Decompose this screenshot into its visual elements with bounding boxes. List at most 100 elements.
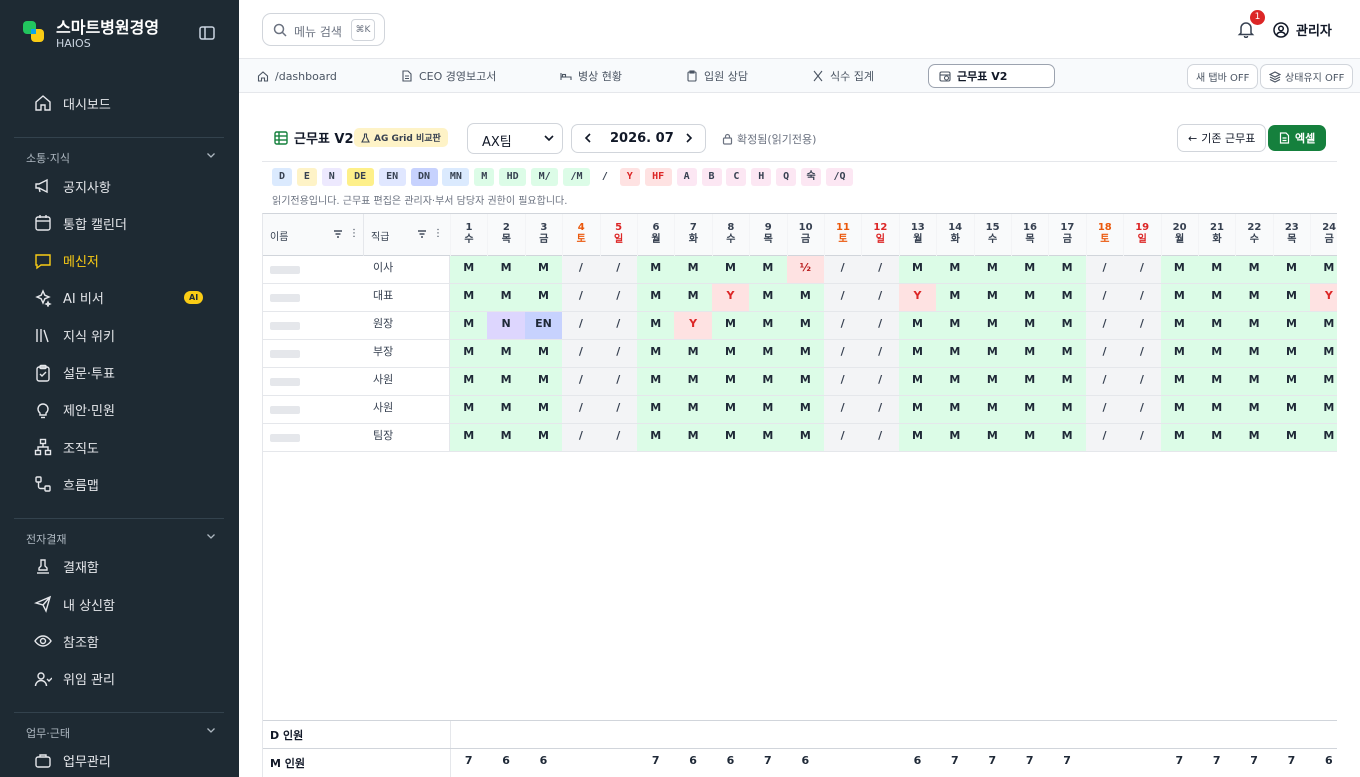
- day-column-header[interactable]: 10 금: [786, 214, 824, 256]
- sidebar-item[interactable]: 위임 관리: [34, 664, 214, 694]
- shift-cell[interactable]: M: [1272, 368, 1311, 395]
- shift-cell[interactable]: M: [450, 340, 488, 367]
- shift-cell[interactable]: M: [1011, 424, 1049, 451]
- shift-cell[interactable]: M: [749, 424, 787, 451]
- shift-cell[interactable]: M: [674, 256, 712, 283]
- rank-cell[interactable]: 원장: [363, 312, 450, 340]
- shift-cell[interactable]: M: [898, 368, 937, 395]
- sidebar-item[interactable]: 공지사항: [34, 171, 214, 201]
- shift-cell[interactable]: /: [861, 340, 899, 367]
- sidebar-item[interactable]: 설문·투표: [34, 358, 214, 388]
- shift-cell[interactable]: M: [1310, 312, 1337, 339]
- shift-cell[interactable]: /: [1123, 396, 1161, 423]
- shift-cell[interactable]: M: [450, 256, 488, 283]
- shift-cell[interactable]: /: [599, 312, 637, 339]
- tab[interactable]: 병상 현황: [550, 64, 632, 88]
- shift-cell[interactable]: M: [973, 396, 1011, 423]
- shift-cell[interactable]: M: [898, 312, 937, 339]
- shift-cell[interactable]: M: [749, 396, 787, 423]
- filter-icon[interactable]: [417, 229, 427, 239]
- shift-cell[interactable]: M: [1011, 256, 1049, 283]
- shift-cell[interactable]: M: [1198, 340, 1236, 367]
- shift-cell[interactable]: M: [1160, 256, 1198, 283]
- shift-cell[interactable]: /: [824, 340, 862, 367]
- shift-cell[interactable]: /: [1085, 312, 1124, 339]
- shift-cell[interactable]: M: [898, 424, 937, 451]
- shift-cell[interactable]: M: [711, 312, 750, 339]
- tab[interactable]: 입원 상담: [676, 64, 758, 88]
- menu-search[interactable]: 메뉴 검색 ⌘K: [262, 13, 385, 46]
- shift-cell[interactable]: M: [786, 312, 824, 339]
- day-column-header[interactable]: 17 금: [1048, 214, 1085, 256]
- employee-name-cell[interactable]: [263, 312, 363, 340]
- sidebar-item[interactable]: 흐름맵: [34, 469, 214, 499]
- shift-cell[interactable]: /: [1123, 340, 1161, 367]
- shift-cell[interactable]: M: [749, 256, 787, 283]
- day-column-header[interactable]: 9목: [749, 214, 786, 256]
- shift-cell[interactable]: M: [786, 396, 824, 423]
- shift-cell[interactable]: M: [637, 424, 675, 451]
- tab[interactable]: 식수 집계: [802, 64, 884, 88]
- shift-cell[interactable]: M: [1048, 396, 1086, 423]
- sidebar-item[interactable]: 메신저: [34, 246, 214, 276]
- tab[interactable]: /dashboard: [247, 64, 347, 88]
- shift-cell[interactable]: M: [674, 368, 712, 395]
- sidebar-item[interactable]: 내 상신함: [34, 589, 214, 619]
- shift-cell[interactable]: M: [973, 312, 1011, 339]
- shift-cell[interactable]: M: [786, 368, 824, 395]
- rank-cell[interactable]: 대표: [363, 284, 450, 312]
- shift-cell[interactable]: M: [1310, 256, 1337, 283]
- shift-cell[interactable]: M: [1160, 340, 1198, 367]
- day-column-header[interactable]: 2목: [487, 214, 524, 256]
- column-menu-icon[interactable]: ⋮: [433, 228, 443, 239]
- shift-cell[interactable]: M: [637, 284, 675, 311]
- shift-cell[interactable]: M: [1048, 340, 1086, 367]
- shift-cell[interactable]: M: [711, 368, 750, 395]
- shift-cell[interactable]: M: [1310, 396, 1337, 423]
- rank-column-header[interactable]: 직급 ⋮: [363, 214, 450, 256]
- shift-cell[interactable]: /: [1085, 424, 1124, 451]
- shift-cell[interactable]: /: [861, 312, 899, 339]
- shift-cell[interactable]: M: [1235, 256, 1273, 283]
- shift-cell[interactable]: M: [450, 396, 488, 423]
- shift-cell[interactable]: M: [1310, 368, 1337, 395]
- shift-cell[interactable]: /: [562, 424, 600, 451]
- shift-cell[interactable]: /: [599, 256, 637, 283]
- shift-cell[interactable]: M: [749, 368, 787, 395]
- shift-cell[interactable]: M: [1310, 424, 1337, 451]
- shift-cell[interactable]: /: [599, 368, 637, 395]
- shift-cell[interactable]: M: [1198, 424, 1236, 451]
- shift-cell[interactable]: /: [861, 284, 899, 311]
- day-column-header[interactable]: 20 월: [1160, 214, 1198, 256]
- shift-cell[interactable]: M: [450, 368, 488, 395]
- shift-cell[interactable]: /: [1123, 368, 1161, 395]
- shift-cell[interactable]: M: [1048, 256, 1086, 283]
- sidebar-item[interactable]: AI 비서 AI: [34, 283, 214, 313]
- shift-cell[interactable]: /: [1123, 312, 1161, 339]
- shift-cell[interactable]: M: [711, 256, 750, 283]
- rank-cell[interactable]: 부장: [363, 340, 450, 368]
- shift-cell[interactable]: /: [562, 284, 600, 311]
- day-column-header[interactable]: 5일: [599, 214, 637, 256]
- shift-cell[interactable]: M: [898, 396, 937, 423]
- shift-cell[interactable]: M: [936, 424, 974, 451]
- shift-cell[interactable]: M: [1048, 312, 1086, 339]
- sidebar-item[interactable]: 대시보드: [34, 88, 214, 118]
- day-column-header[interactable]: 6월: [637, 214, 674, 256]
- employee-name-cell[interactable]: [263, 396, 363, 424]
- shift-cell[interactable]: M: [450, 424, 488, 451]
- shift-cell[interactable]: /: [562, 312, 600, 339]
- employee-name-cell[interactable]: [263, 340, 363, 368]
- chevron-right-icon[interactable]: [682, 131, 696, 145]
- shift-cell[interactable]: M: [637, 256, 675, 283]
- rank-cell[interactable]: 이사: [363, 256, 450, 284]
- new-tabbar-toggle[interactable]: 새 탭바 OFF: [1187, 64, 1259, 89]
- day-column-header[interactable]: 12 일: [861, 214, 898, 256]
- shift-cell[interactable]: M: [973, 340, 1011, 367]
- shift-cell[interactable]: M: [936, 256, 974, 283]
- shift-cell[interactable]: M: [1272, 284, 1311, 311]
- shift-cell[interactable]: Y: [711, 284, 750, 311]
- rank-cell[interactable]: 사원: [363, 368, 450, 396]
- day-column-header[interactable]: 11 토: [824, 214, 861, 256]
- day-column-header[interactable]: 4토: [562, 214, 599, 256]
